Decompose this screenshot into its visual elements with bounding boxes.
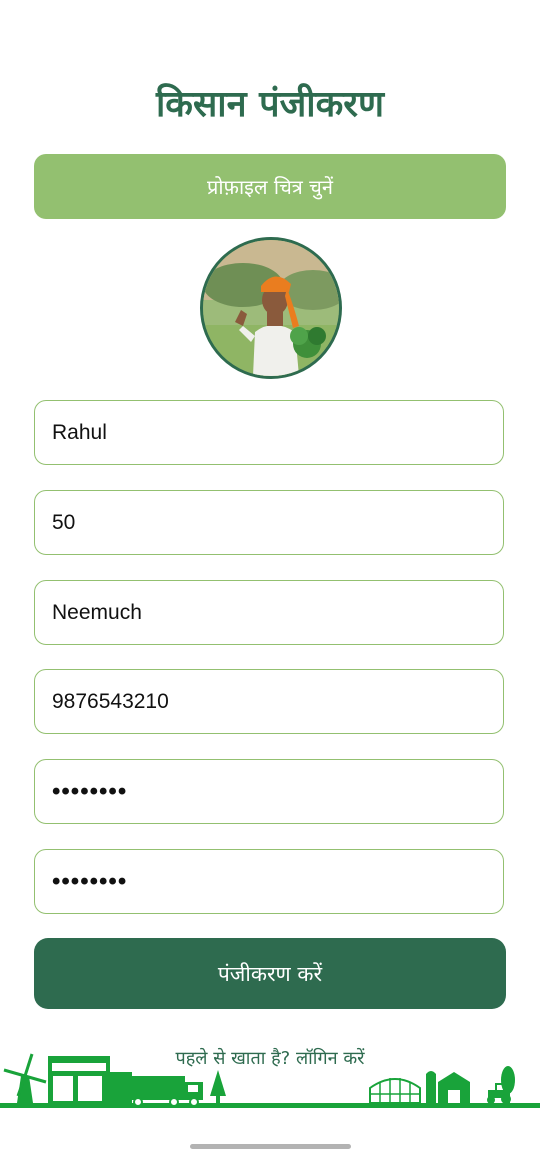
phone-input[interactable]: 9876543210 <box>34 669 504 734</box>
farmer-photo <box>203 240 339 376</box>
password-input-value: •••••••• <box>52 777 128 805</box>
age-input-value: 50 <box>52 510 76 534</box>
confirm-password-input[interactable]: •••••••• <box>34 849 504 914</box>
register-button[interactable]: पंजीकरण करें <box>34 938 506 1009</box>
home-indicator[interactable] <box>190 1144 351 1149</box>
profile-avatar <box>200 237 342 379</box>
city-input-value: Neemuch <box>52 600 142 624</box>
age-input[interactable]: 50 <box>34 490 504 555</box>
register-button-label: पंजीकरण करें <box>217 961 323 986</box>
tree-icon <box>210 1070 226 1103</box>
page-title: किसान पंजीकरण <box>155 84 385 125</box>
greenhouse-icon <box>369 1078 421 1104</box>
choose-profile-picture-button[interactable]: प्रोफ़ाइल चित्र चुनें <box>34 154 506 219</box>
name-input-value: Rahul <box>52 420 107 444</box>
password-input[interactable]: •••••••• <box>34 759 504 824</box>
confirm-password-input-value: •••••••• <box>52 867 128 895</box>
barn-icon <box>426 1071 470 1103</box>
city-input[interactable]: Neemuch <box>34 580 504 645</box>
truck-icon <box>125 1076 203 1107</box>
login-link-label: पहले से खाता है? लॉगिन करें <box>175 1048 365 1069</box>
name-input[interactable]: Rahul <box>34 400 504 465</box>
login-link[interactable]: पहले से खाता है? लॉगिन करें <box>0 1046 540 1070</box>
phone-input-value: 9876543210 <box>52 689 169 713</box>
choose-profile-picture-label: प्रोफ़ाइल चित्र चुनें <box>207 175 333 199</box>
